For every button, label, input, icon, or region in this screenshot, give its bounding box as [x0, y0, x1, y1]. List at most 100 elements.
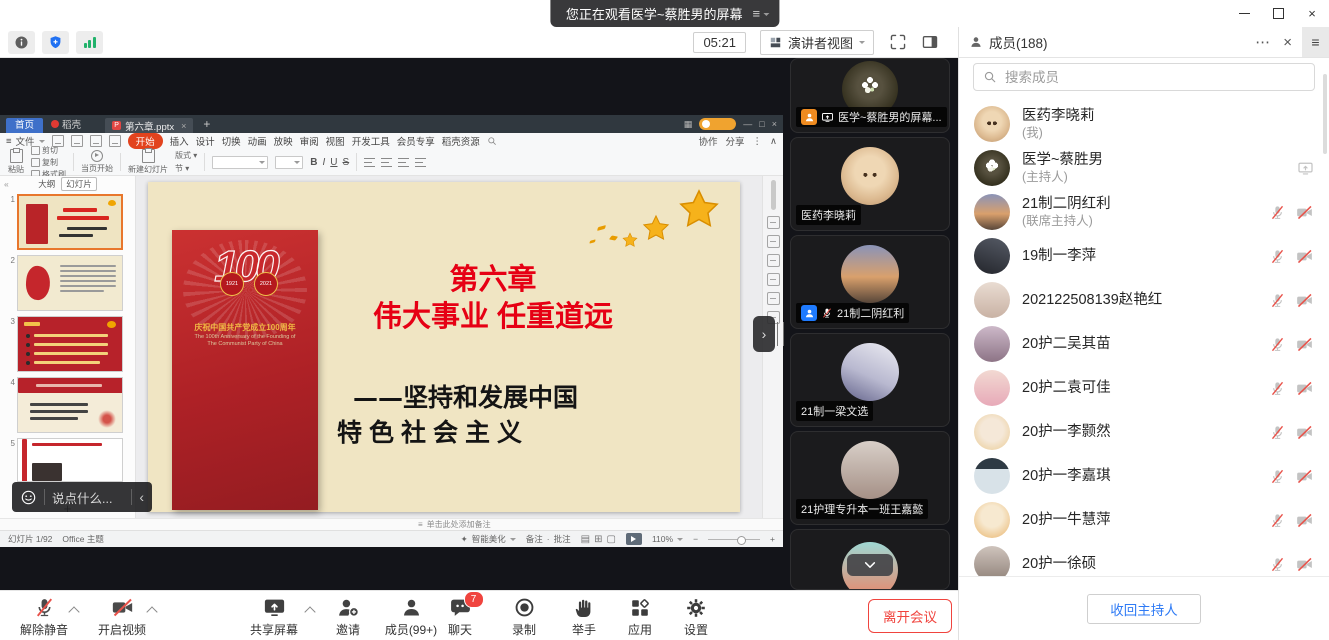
wps-side-icon[interactable]	[767, 273, 780, 286]
menu-item-devtools[interactable]: 开发工具	[352, 134, 390, 148]
video-tile[interactable]: 21制一梁文选	[790, 333, 950, 427]
slide-thumbnail-5[interactable]: 5	[2, 438, 131, 482]
menu-item-animation[interactable]: 动画	[248, 134, 267, 148]
slideshow-play-button[interactable]	[626, 533, 642, 545]
video-tile[interactable]: 21护理专升本一班王嘉懿	[790, 431, 950, 525]
chat-button[interactable]: 7 聊天	[432, 596, 488, 638]
share-screen-button[interactable]: 共享屏幕	[234, 596, 314, 638]
reclaim-host-button[interactable]: 收回主持人	[1087, 594, 1201, 624]
align-left-icon[interactable]	[364, 158, 375, 167]
banner-menu-icon[interactable]: ≡	[753, 6, 770, 21]
wps-tab-home[interactable]: 首页	[6, 118, 43, 133]
member-row[interactable]: 20护一李颢然	[959, 410, 1329, 454]
member-row[interactable]: 医学~蔡胜男 (主持人)	[959, 146, 1329, 190]
reading-view-icon[interactable]: ▢	[607, 534, 616, 545]
font-family-select[interactable]	[212, 156, 268, 169]
underline-button[interactable]: U	[330, 157, 337, 168]
wps-minimize-icon[interactable]: —	[743, 119, 752, 129]
slide-thumbnail-1[interactable]: 1	[2, 194, 131, 250]
outline-tab[interactable]: 大纲	[38, 178, 55, 190]
menu-item-start[interactable]: 开始	[128, 133, 163, 149]
wps-maximize-icon[interactable]: □	[759, 119, 764, 129]
beautify-button[interactable]: ✦ 智能美化	[461, 533, 516, 545]
print-icon[interactable]	[71, 135, 83, 147]
menu-item-docer-res[interactable]: 稻壳资源	[442, 134, 480, 148]
settings-button[interactable]: 设置	[668, 596, 724, 638]
new-slide-button[interactable]: 新建幻灯片	[128, 149, 168, 175]
panel-menu-icon[interactable]: ≡	[1302, 27, 1329, 57]
menu-item-transition[interactable]: 切换	[222, 134, 241, 148]
notes-bar[interactable]: ≡ 单击此处添加备注	[0, 518, 783, 530]
video-tile[interactable]: 21制二阴红利	[790, 235, 950, 329]
close-tab-icon[interactable]: ×	[181, 121, 186, 131]
security-button[interactable]	[42, 31, 69, 54]
member-row[interactable]: 20护一牛慧萍	[959, 498, 1329, 542]
wps-side-icon[interactable]	[767, 235, 780, 248]
collapse-chat-icon[interactable]: ‹	[139, 489, 144, 505]
italic-button[interactable]: I	[322, 157, 325, 168]
resize-grip[interactable]	[777, 322, 784, 346]
zoom-level[interactable]: 110%	[652, 534, 683, 544]
play-from-current-button[interactable]: 当页开始	[81, 150, 113, 174]
quick-chat-placeholder[interactable]: 说点什么...	[52, 488, 124, 507]
section-button[interactable]: 节 ▾	[175, 163, 197, 174]
member-search-box[interactable]	[973, 63, 1315, 91]
paste-button[interactable]: 粘贴	[8, 149, 24, 175]
menu-collab[interactable]: 协作	[699, 134, 718, 148]
new-tab-button[interactable]: +	[203, 117, 210, 131]
scrollbar[interactable]	[1323, 74, 1327, 154]
wps-side-icon[interactable]	[767, 254, 780, 267]
wps-tab-docer[interactable]: 稻壳	[43, 115, 89, 133]
slide-thumbnail-4[interactable]: 4	[2, 377, 131, 433]
copy-button[interactable]: 复制	[31, 157, 66, 168]
member-row[interactable]: 20护一李嘉琪	[959, 454, 1329, 498]
smiley-icon[interactable]	[20, 489, 37, 506]
font-size-select[interactable]	[275, 156, 303, 169]
member-row[interactable]: 202122508139赵艳红	[959, 278, 1329, 322]
close-panel-icon[interactable]: ×	[1283, 34, 1292, 51]
quick-chat-bubble[interactable]: 说点什么... ‹	[12, 482, 152, 512]
invite-button[interactable]: 邀请	[320, 596, 376, 638]
minimize-button[interactable]	[1227, 0, 1261, 27]
video-tile-partial[interactable]	[790, 529, 950, 590]
strike-button[interactable]: S	[343, 157, 350, 168]
sorter-view-icon[interactable]: ⊞	[594, 534, 602, 545]
apps-grid-icon[interactable]: ▦	[684, 119, 693, 130]
collapse-videos-button[interactable]	[847, 554, 893, 576]
menu-item-member[interactable]: 会员专享	[397, 134, 435, 148]
align-center-icon[interactable]	[381, 158, 392, 167]
start-video-button[interactable]: 开启视频	[84, 596, 160, 638]
member-row[interactable]: 20护一徐硕	[959, 542, 1329, 577]
align-right-icon[interactable]	[398, 158, 409, 167]
member-row[interactable]: 20护二袁可佳	[959, 366, 1329, 410]
search-input[interactable]	[1003, 69, 1305, 86]
collapse-ribbon-icon[interactable]: ∧	[770, 136, 777, 147]
notes-toggle[interactable]: 备注	[526, 533, 543, 545]
comments-toggle[interactable]: 批注	[554, 533, 571, 545]
maximize-button[interactable]	[1261, 0, 1295, 27]
slide-thumbnail-3[interactable]: 3	[2, 316, 131, 372]
menu-item-insert[interactable]: 插入	[170, 134, 189, 148]
video-tile[interactable]: 医药李晓莉	[790, 137, 950, 231]
apps-button[interactable]: 应用	[612, 596, 668, 638]
bold-button[interactable]: B	[310, 157, 317, 168]
member-row[interactable]: 20护二吴其苗	[959, 322, 1329, 366]
menu-item-slideshow[interactable]: 放映	[274, 134, 293, 148]
zoom-out-button[interactable]: −	[693, 534, 698, 544]
align-justify-icon[interactable]	[415, 158, 426, 167]
layout-button[interactable]: 版式 ▾	[175, 150, 197, 161]
member-row[interactable]: 医药李晓莉 (我)	[959, 102, 1329, 146]
wps-account-pill[interactable]	[699, 118, 736, 130]
menu-item-design[interactable]: 设计	[196, 134, 215, 148]
search-icon[interactable]	[487, 136, 497, 146]
slides-tab[interactable]: 幻灯片	[61, 177, 97, 191]
meeting-info-button[interactable]	[8, 31, 35, 54]
wps-tab-document[interactable]: P 第六章.pptx×	[105, 118, 193, 133]
menu-item-view[interactable]: 视图	[326, 134, 345, 148]
view-mode-button[interactable]: 演讲者视图	[760, 30, 874, 55]
fullscreen-button[interactable]	[886, 30, 910, 54]
raise-hand-button[interactable]: 举手	[556, 596, 612, 638]
record-button[interactable]: 录制	[494, 596, 554, 638]
more-vert-icon[interactable]: ⋮	[753, 136, 763, 147]
slide-thumbnail-2[interactable]: 2	[2, 255, 131, 311]
